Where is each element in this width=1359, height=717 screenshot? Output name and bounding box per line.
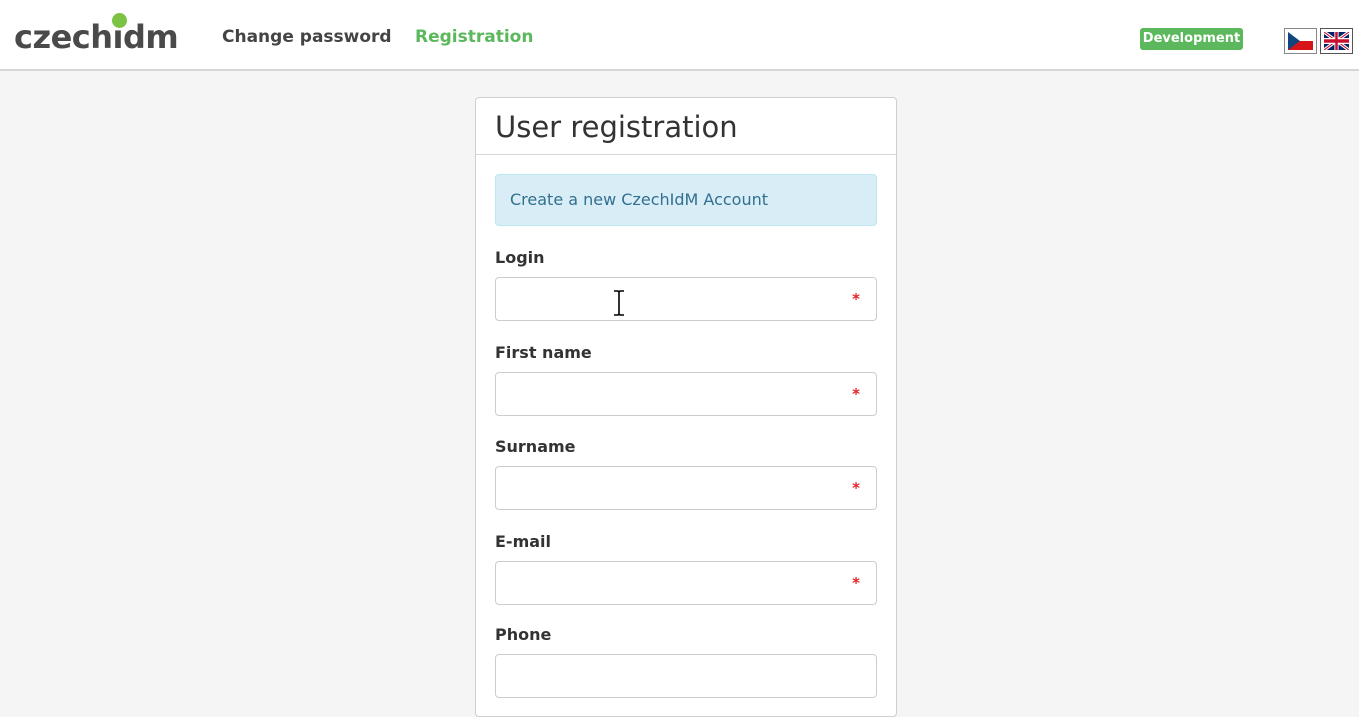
login-label: Login	[495, 248, 545, 267]
uk-flag-icon[interactable]	[1320, 28, 1353, 54]
required-marker: *	[852, 574, 860, 592]
czech-flag-icon[interactable]	[1284, 28, 1317, 54]
email-label: E-mail	[495, 532, 552, 551]
nav-registration[interactable]: Registration	[415, 27, 533, 47]
nav-change-password[interactable]: Change password	[222, 27, 392, 47]
logo-suffix: dm	[123, 18, 179, 56]
first-name-label: First name	[495, 343, 592, 362]
phone-label: Phone	[495, 625, 552, 644]
panel-title: User registration	[476, 98, 896, 155]
registration-panel: User registration Create a new CzechIdM …	[475, 97, 897, 717]
logo-prefix: czech	[14, 18, 113, 56]
environment-badge: Development	[1140, 28, 1243, 50]
phone-input[interactable]	[495, 654, 877, 698]
required-marker: *	[852, 479, 860, 497]
info-alert: Create a new CzechIdM Account	[495, 174, 877, 226]
czechidm-logo[interactable]: czech ıdm	[14, 13, 179, 56]
email-input[interactable]: *	[495, 561, 877, 605]
logo-dot	[111, 13, 127, 28]
logo-i: ı	[111, 13, 127, 56]
required-marker: *	[852, 385, 860, 403]
first-name-input[interactable]: *	[495, 372, 877, 416]
required-marker: *	[852, 290, 860, 308]
top-navbar: czech ıdm Change password Registration De…	[0, 0, 1359, 71]
surname-label: Surname	[495, 437, 576, 456]
surname-input[interactable]: *	[495, 466, 877, 510]
login-input[interactable]: *	[495, 277, 877, 321]
text-cursor-icon	[614, 290, 624, 316]
